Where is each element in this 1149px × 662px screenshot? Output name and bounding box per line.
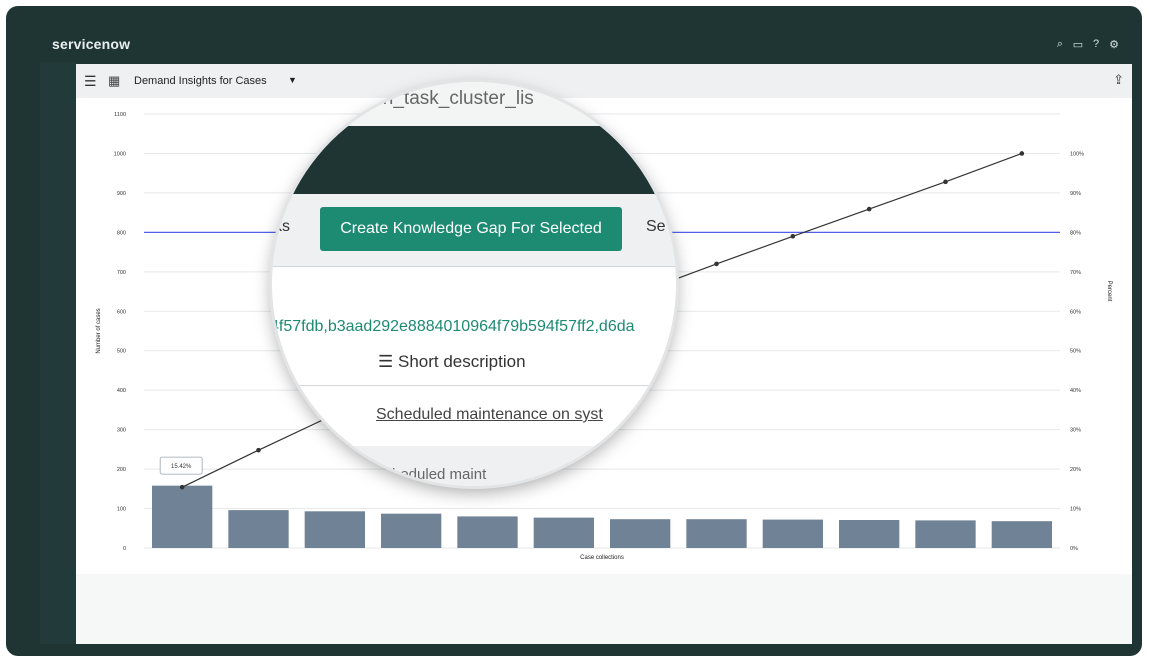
magnifier-lens: ion_task_cluster_lis sks Create Knowledg…	[272, 82, 676, 486]
y-tick-label: 200	[117, 467, 126, 473]
search-text[interactable]: Se	[646, 218, 666, 236]
task-cluster-list-title: ion_task_cluster_lis	[368, 88, 534, 109]
y2-tick-label: 80%	[1070, 230, 1081, 236]
bar	[915, 520, 976, 548]
y2-tick-label: 70%	[1070, 270, 1081, 276]
cumulative-point	[714, 261, 719, 267]
y-tick-label: 800	[117, 230, 126, 236]
hamburger-menu-icon[interactable]: ☰	[84, 73, 97, 90]
y2-tick-label: 50%	[1070, 349, 1081, 355]
scheduled-maintenance-link[interactable]: Scheduled maintenance on syst	[376, 406, 603, 424]
bar	[304, 511, 365, 548]
column-menu-icon[interactable]: ☰	[378, 352, 393, 371]
footer-area	[76, 574, 1132, 644]
y2-tick-label: 40%	[1070, 388, 1081, 394]
cumulative-point	[790, 234, 796, 239]
y-tick-label: 400	[117, 388, 126, 394]
bar	[457, 516, 518, 548]
lens-divider	[272, 385, 676, 386]
y-tick-label: 600	[117, 309, 126, 315]
tasks-tab-text[interactable]: sks	[272, 218, 290, 236]
tooltip-text: 15.42%	[171, 464, 192, 470]
servicenow-logo[interactable]: servicenow	[52, 36, 130, 52]
y-tick-label: 1000	[114, 151, 126, 157]
cumulative-point	[943, 179, 948, 185]
selected-ids-text: 4f57fdb,b3aad292e8884010964f79b594f57ff2…	[272, 318, 635, 335]
bar	[686, 519, 747, 548]
short-description-header[interactable]: ☰ Short description	[378, 352, 526, 372]
y-tick-label: 900	[117, 191, 126, 197]
left-sidebar	[40, 62, 76, 644]
next-row-text: heduled maint	[392, 466, 487, 483]
share-icon[interactable]: ⇪	[1113, 72, 1124, 88]
y-tick-label: 500	[117, 349, 126, 355]
top-navigation-bar: servicenow ⌕ ▭ ? ⚙	[40, 30, 1130, 62]
y2-tick-label: 90%	[1070, 191, 1081, 197]
y-tick-label: 100	[117, 507, 126, 513]
y2-tick-label: 30%	[1070, 428, 1081, 434]
cumulative-point	[1019, 151, 1025, 156]
lens-dark-header	[272, 126, 676, 194]
help-icon[interactable]: ?	[1090, 38, 1102, 51]
bar	[533, 517, 594, 548]
search-icon[interactable]: ⌕	[1054, 38, 1066, 51]
top-icon-group: ⌕ ▭ ? ⚙	[1054, 38, 1120, 51]
cumulative-point	[179, 484, 185, 490]
y2-tick-label: 60%	[1070, 309, 1081, 315]
y2-tick-label: 100%	[1070, 151, 1084, 157]
bar	[228, 510, 289, 548]
y2-tick-label: 0%	[1070, 546, 1078, 552]
bar	[152, 485, 213, 548]
settings-icon[interactable]: ⚙	[1108, 38, 1120, 51]
y-tick-label: 0	[123, 546, 126, 552]
y-tick-label: 300	[117, 428, 126, 434]
x-axis-label: Case collections	[580, 555, 624, 561]
y-tick-label: 1100	[114, 112, 126, 118]
bar	[991, 521, 1052, 548]
bar	[610, 519, 671, 548]
create-knowledge-gap-button[interactable]: Create Knowledge Gap For Selected	[320, 207, 622, 251]
chat-icon[interactable]: ▭	[1072, 38, 1084, 51]
short-description-label: Short description	[397, 352, 526, 371]
y-tick-label: 700	[117, 270, 126, 276]
cumulative-point	[866, 206, 872, 212]
bar	[762, 519, 823, 548]
y2-tick-label: 20%	[1070, 467, 1081, 473]
dashboard-title[interactable]: Demand Insights for Cases	[134, 75, 267, 87]
y2-tick-label: 10%	[1070, 507, 1081, 513]
y-axis-label: Number of cases	[96, 308, 102, 353]
cumulative-point	[256, 447, 261, 453]
bar	[839, 519, 900, 548]
grid-icon[interactable]: ▦	[108, 73, 120, 89]
bar	[381, 513, 442, 548]
y2-axis-label: Percent	[1106, 281, 1112, 302]
